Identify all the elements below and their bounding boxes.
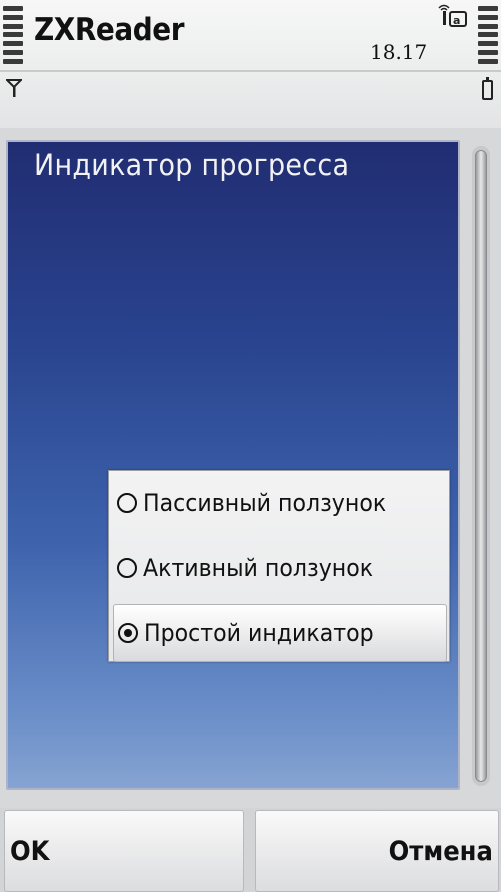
option-label: Активный ползунок [143, 554, 374, 582]
status-bar: ZXReader a 18.17 [0, 0, 501, 128]
progress-indicator-options-list: Пассивный ползунок Активный ползунок Про… [108, 470, 450, 662]
page-title: Индикатор прогресса [34, 148, 350, 182]
status-divider [0, 70, 501, 72]
option-label: Пассивный ползунок [143, 489, 387, 517]
option-active-slider[interactable]: Активный ползунок [113, 539, 447, 597]
radio-button-unchecked-icon [117, 493, 137, 513]
content-panel [6, 140, 460, 790]
connection-status-icon: a [436, 4, 470, 28]
battery-icon [482, 77, 493, 100]
signal-strength-bars [3, 6, 23, 64]
radio-button-checked-icon [118, 623, 138, 643]
clock: 18.17 [370, 40, 428, 64]
ok-softkey-label: OK [10, 836, 50, 867]
option-label: Простой индикатор [144, 619, 374, 647]
antenna-icon [4, 78, 24, 102]
option-passive-slider[interactable]: Пассивный ползунок [113, 474, 447, 532]
app-title: ZXReader [34, 12, 185, 48]
battery-level-bars [478, 6, 498, 64]
svg-text:a: a [453, 14, 460, 27]
scrollbar-thumb[interactable] [475, 150, 487, 782]
radio-button-unchecked-icon [117, 558, 137, 578]
option-simple-indicator[interactable]: Простой индикатор [113, 604, 447, 662]
cancel-softkey-label: Отмена [388, 836, 493, 867]
